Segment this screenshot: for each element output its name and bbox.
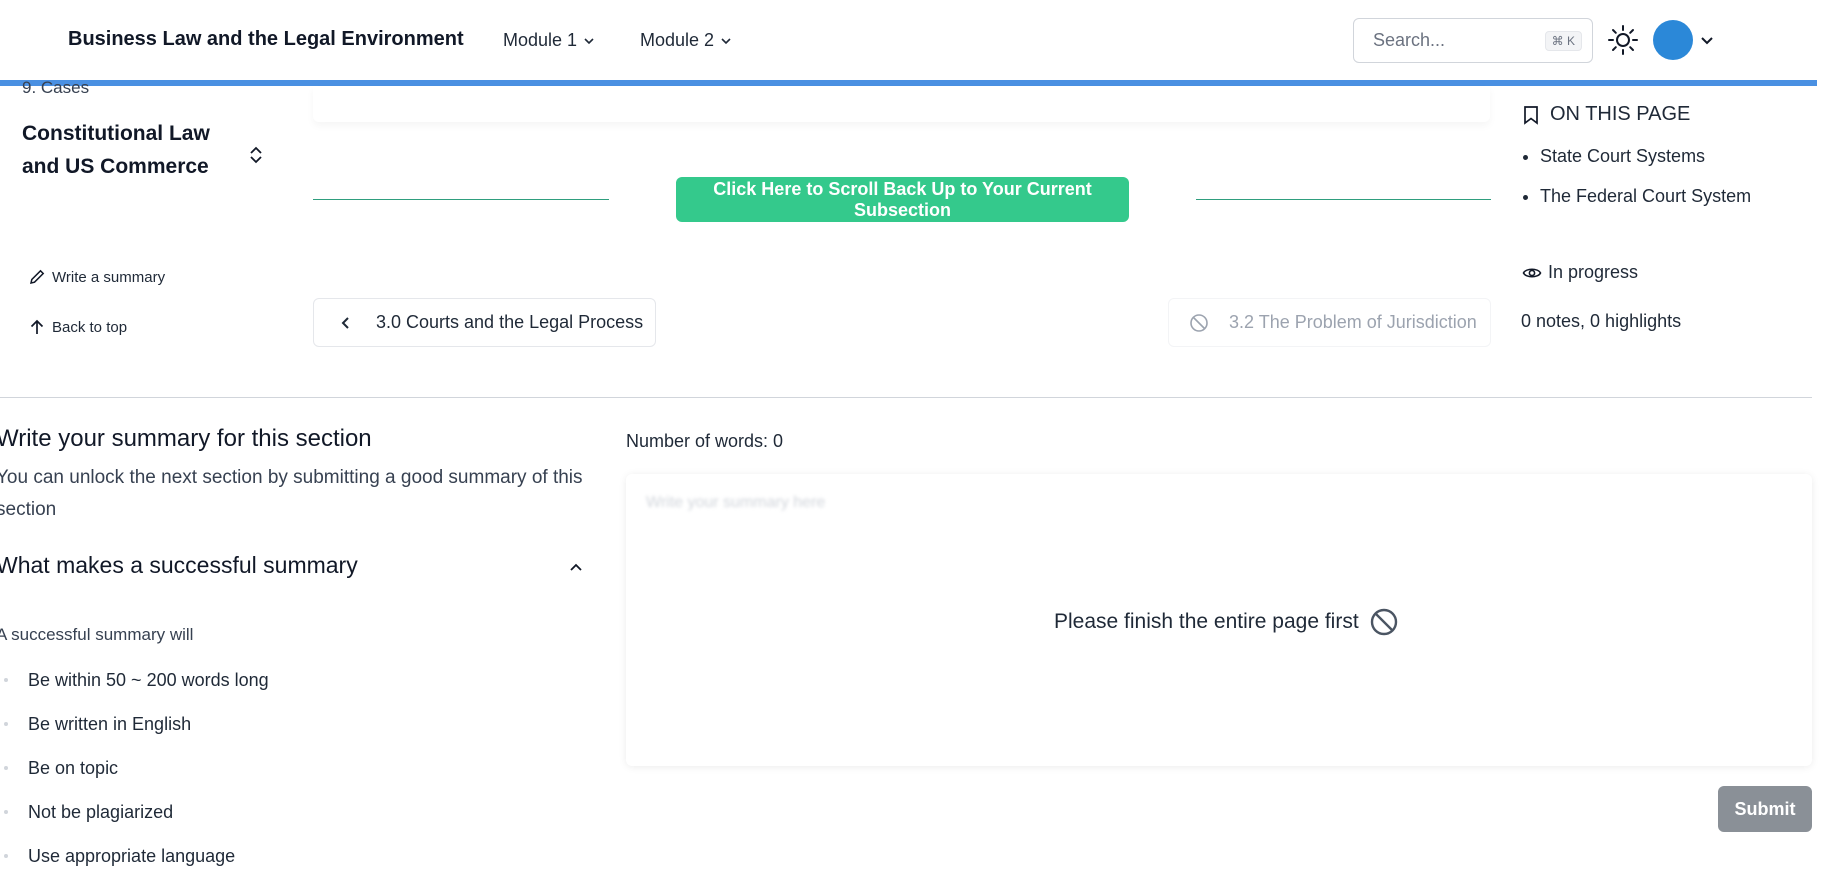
submit-button[interactable]: Submit: [1718, 786, 1812, 832]
list-item: Be written in English: [4, 712, 269, 756]
next-section-button: 3.2 The Problem of Jurisdiction: [1168, 298, 1491, 347]
summary-textarea: [646, 494, 1786, 534]
chevron-down-icon[interactable]: [1700, 33, 1714, 47]
nav-module-1-label: Module 1: [503, 30, 578, 50]
expand-collapse-icon[interactable]: [248, 145, 264, 165]
eye-icon: [1522, 267, 1542, 278]
chapter-label[interactable]: 9. Cases: [22, 78, 89, 98]
disabled-icon: [1190, 313, 1208, 332]
user-avatar[interactable]: [1653, 20, 1693, 60]
search-box[interactable]: ⌘ K: [1353, 18, 1593, 63]
back-to-top-label: Back to top: [52, 318, 128, 336]
on-this-page-label: ON THIS PAGE: [1550, 103, 1691, 125]
top-header: Business Law and the Legal Environment M…: [0, 0, 1827, 80]
search-shortcut-badge: ⌘ K: [1544, 30, 1582, 51]
criteria-accordion-header[interactable]: What makes a successful summary: [0, 552, 586, 579]
summary-title: Write your summary for this section: [0, 425, 372, 452]
previous-section-label: 3.0 Courts and the Legal Process: [376, 312, 644, 332]
reading-status-label: In progress: [1548, 262, 1639, 282]
bookmark-icon: [1524, 105, 1538, 125]
list-item: Use appropriate language: [4, 844, 269, 888]
toc-item[interactable]: The Federal Court System: [1540, 185, 1751, 208]
word-count: Number of words: 0: [626, 431, 784, 451]
criteria-intro: A successful summary will: [0, 625, 194, 644]
site-title[interactable]: Business Law and the Legal Environment: [68, 28, 464, 51]
chevron-up-icon[interactable]: [568, 559, 584, 575]
arrow-up-icon: [30, 319, 44, 334]
disabled-icon: [1370, 608, 1397, 636]
chevron-left-icon: [341, 316, 349, 329]
section-divider: [0, 397, 1812, 398]
on-this-page-heading: ON THIS PAGE: [1522, 103, 1690, 126]
divider-right: [1196, 199, 1491, 200]
reading-status: In progress: [1522, 262, 1638, 283]
write-summary-link[interactable]: Write a summary: [28, 268, 165, 286]
sun-icon[interactable]: [1607, 24, 1639, 56]
content-card-bottom: [313, 86, 1490, 122]
criteria-list: Be within 50 ~ 200 words long Be written…: [4, 668, 269, 888]
chapter-title[interactable]: Constitutional Law and US Commerce: [22, 117, 242, 183]
write-summary-label: Write a summary: [52, 268, 166, 286]
chevron-down-icon: [584, 37, 594, 44]
on-this-page-list: State Court Systems The Federal Court Sy…: [1540, 145, 1751, 225]
list-item: Be on topic: [4, 756, 269, 800]
scroll-back-button[interactable]: Click Here to Scroll Back Up to Your Cur…: [676, 177, 1129, 222]
pencil-icon: [30, 269, 45, 284]
previous-section-button[interactable]: 3.0 Courts and the Legal Process: [313, 298, 656, 347]
summary-editor: Please finish the entire page first: [626, 474, 1812, 766]
list-item: Not be plagiarized: [4, 800, 269, 844]
nav-module-2-label: Module 2: [640, 30, 715, 50]
toc-item[interactable]: State Court Systems: [1540, 145, 1751, 168]
list-item: Be within 50 ~ 200 words long: [4, 668, 269, 712]
notes-count: 0 notes, 0 highlights: [1521, 311, 1682, 331]
summary-description: You can unlock the next section by submi…: [0, 467, 583, 520]
search-input[interactable]: [1373, 30, 1533, 51]
divider-left: [313, 199, 609, 200]
nav-module-2[interactable]: Module 2: [640, 30, 732, 51]
next-section-label: 3.2 The Problem of Jurisdiction: [1229, 312, 1477, 332]
back-to-top-link[interactable]: Back to top: [28, 318, 127, 336]
chevron-down-icon: [721, 37, 731, 44]
nav-module-1[interactable]: Module 1: [503, 30, 595, 51]
locked-overlay: Please finish the entire page first: [1054, 607, 1399, 637]
locked-message: Please finish the entire page first: [1054, 610, 1359, 633]
